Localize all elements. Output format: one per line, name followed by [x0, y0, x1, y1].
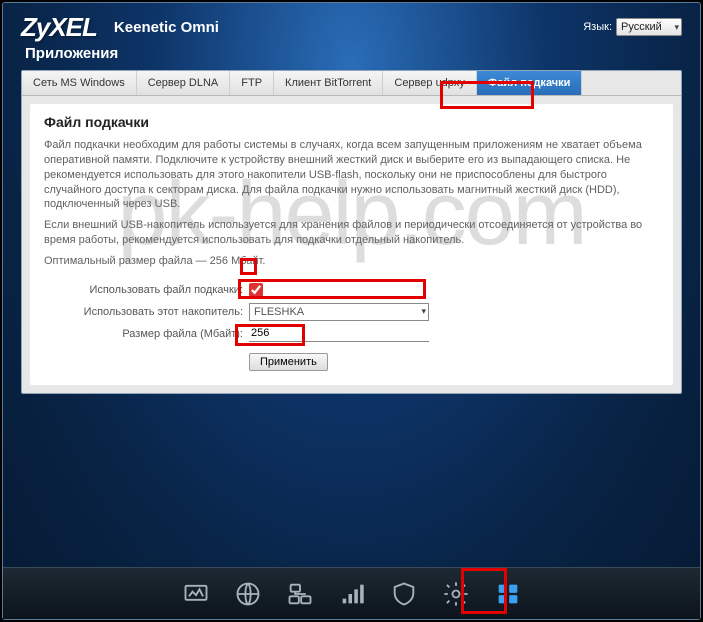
bottom-nav: [3, 567, 700, 619]
tab-ftp[interactable]: FTP: [230, 71, 274, 95]
chevron-down-icon: ▾: [421, 306, 426, 317]
language-select[interactable]: Русский ▾: [616, 18, 682, 36]
section-title: Приложения: [3, 43, 700, 70]
panel-text-3: Оптимальный размер файла — 256 Мбайт.: [44, 254, 659, 269]
tab-bittorrent[interactable]: Клиент BitTorrent: [274, 71, 383, 95]
drive-value: FLESHKA: [254, 306, 304, 318]
globe-icon[interactable]: [231, 577, 265, 611]
signal-icon[interactable]: [335, 577, 369, 611]
tab-dlna[interactable]: Сервер DLNA: [137, 71, 231, 95]
chevron-down-icon: ▾: [674, 22, 679, 33]
panel-title: Файл подкачки: [44, 114, 659, 130]
tab-udpxy[interactable]: Сервер udpxy: [383, 71, 477, 95]
brand-logo: ZyXEL: [21, 12, 97, 43]
gear-icon[interactable]: [439, 577, 473, 611]
drive-label: Использовать этот накопитель:: [44, 306, 249, 318]
panel-text-1: Файл подкачки необходим для работы систе…: [44, 138, 659, 212]
apply-button[interactable]: Применить: [249, 353, 328, 371]
swap-panel: Файл подкачки Файл подкачки необходим дл…: [30, 104, 673, 385]
product-name: Keenetic Omni: [114, 19, 219, 36]
language-value: Русский: [621, 21, 662, 33]
enable-swap-label: Использовать файл подкачки:: [44, 284, 249, 296]
size-label: Размер файла (Мбайт):: [44, 328, 249, 340]
enable-swap-checkbox[interactable]: [249, 283, 263, 297]
content-panel: Сеть MS Windows Сервер DLNA FTP Клиент B…: [21, 70, 682, 394]
tabs-bar: Сеть MS Windows Сервер DLNA FTP Клиент B…: [22, 71, 681, 96]
network-icon[interactable]: [283, 577, 317, 611]
size-input[interactable]: [249, 325, 429, 342]
tab-swapfile[interactable]: Файл подкачки: [477, 71, 583, 95]
language-label: Язык:: [583, 21, 612, 33]
monitor-icon[interactable]: [179, 577, 213, 611]
shield-icon[interactable]: [387, 577, 421, 611]
drive-select[interactable]: FLESHKA ▾: [249, 303, 429, 321]
apps-icon[interactable]: [491, 577, 525, 611]
tab-ms-windows[interactable]: Сеть MS Windows: [22, 71, 137, 95]
panel-text-2: Если внешний USB-накопитель используется…: [44, 218, 659, 248]
